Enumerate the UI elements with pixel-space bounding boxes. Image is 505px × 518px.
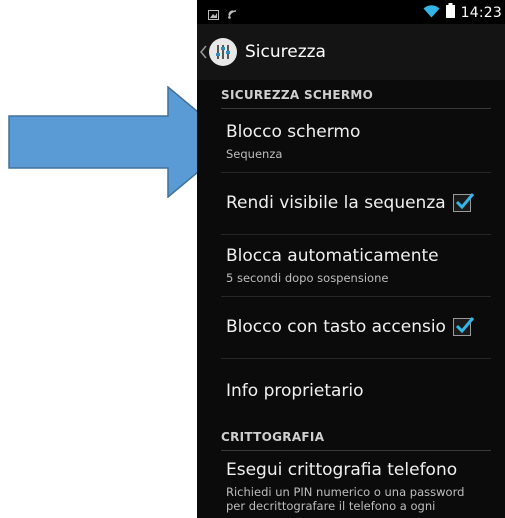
pref-visible-pattern[interactable]: Rendi visibile la sequenza [197, 173, 505, 234]
pref-title: Blocco schermo [226, 122, 361, 142]
pref-title: Esegui crittografia telefono [226, 460, 458, 480]
status-bar: 14:23 [197, 0, 505, 24]
power-button-lock-checkbox[interactable] [453, 317, 475, 336]
section-header-encryption: CRITTOGRAFIA [221, 430, 491, 451]
battery-icon [445, 3, 455, 22]
pref-title: Info proprietario [226, 381, 364, 401]
pref-summary-line-1: Richiedi un PIN numerico o una password [226, 485, 465, 499]
pref-summary: Sequenza [226, 147, 283, 161]
image-notification-icon [208, 5, 219, 24]
action-bar: Sicurezza [197, 24, 505, 80]
cast-notification-icon [227, 5, 238, 24]
pref-title: Blocca automaticamente [226, 246, 439, 266]
screenshot-canvas: 14:23 Sicurezza SICUREZZA SCHERMO Blocco… [0, 0, 505, 518]
pref-owner-info[interactable]: Info proprietario [197, 359, 505, 419]
section-header-screen-security: SICUREZZA SCHERMO [221, 88, 491, 109]
pref-title: Blocco con tasto accensio [226, 317, 446, 337]
pref-summary: 5 secondi dopo sospensione [226, 271, 389, 285]
wifi-icon [423, 3, 440, 22]
pref-encrypt-phone[interactable]: Esegui crittografia telefono Richiedi un… [197, 454, 505, 518]
pref-power-button-lock[interactable]: Blocco con tasto accensio [197, 297, 505, 358]
pref-auto-lock[interactable]: Blocca automaticamente 5 secondi dopo so… [197, 235, 505, 295]
page-title: Sicurezza [245, 42, 326, 62]
visible-pattern-checkbox[interactable] [453, 193, 475, 212]
pref-screen-lock[interactable]: Blocco schermo Sequenza [197, 112, 505, 170]
pref-title: Rendi visibile la sequenza [226, 193, 446, 213]
chevron-left-icon[interactable] [200, 44, 207, 63]
phone-screen: 14:23 Sicurezza SICUREZZA SCHERMO Blocco… [197, 0, 505, 518]
clock-text: 14:23 [460, 4, 502, 21]
pref-summary-line-2: per decrittografare il telefono a ogni [226, 499, 436, 513]
settings-sliders-icon[interactable] [209, 38, 237, 66]
